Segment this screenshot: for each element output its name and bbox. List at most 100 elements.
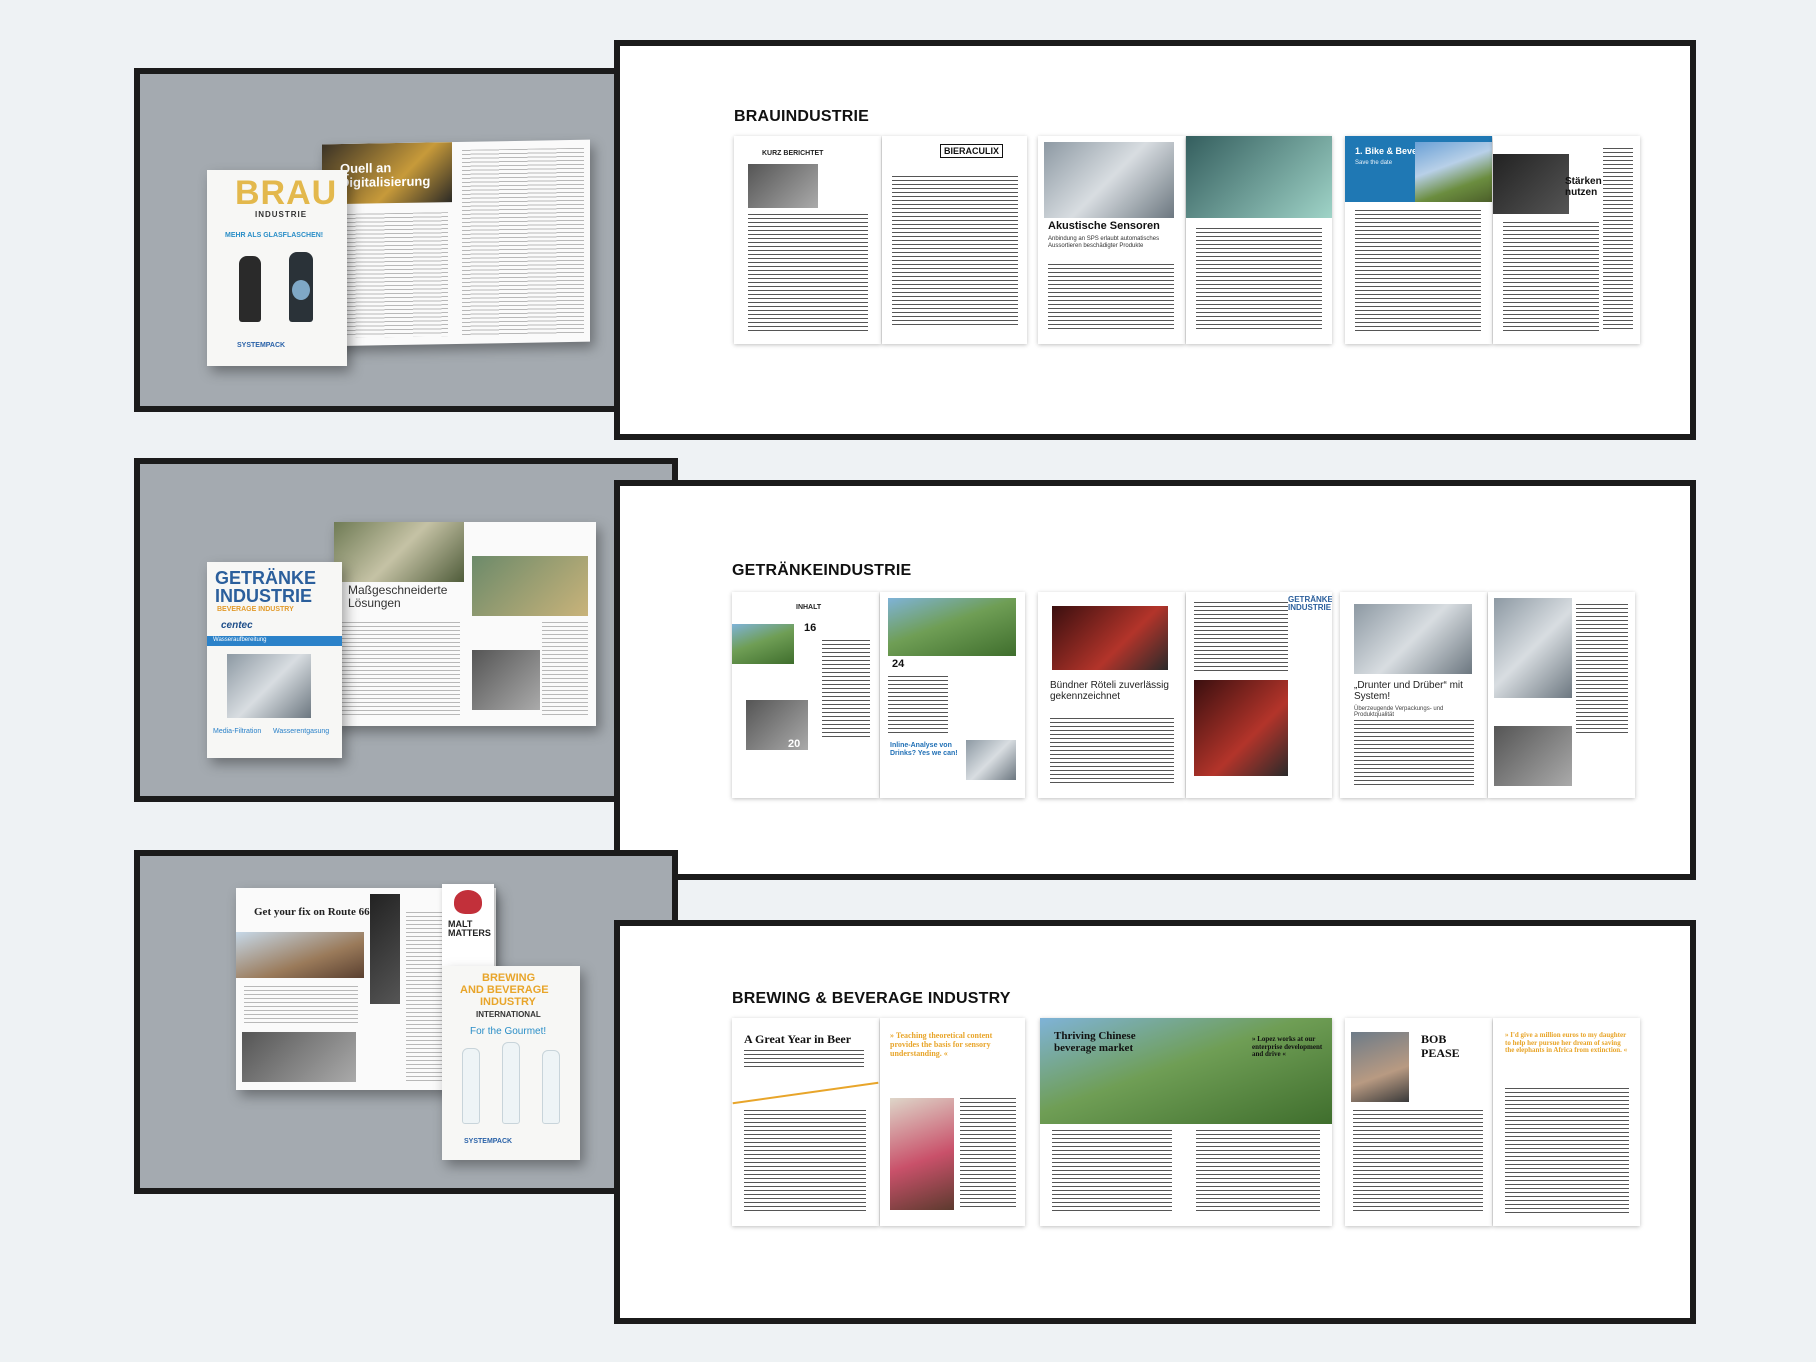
brewery-photo: [242, 1032, 356, 1082]
spread-4-page: INHALT 16 20: [732, 592, 879, 798]
bieraculix-logo: BIERACULIX: [940, 144, 1004, 158]
machine-photo: [227, 654, 311, 718]
page-text: [1505, 1088, 1629, 1214]
page-text: [1353, 1110, 1483, 1214]
spread-9-page: » I'd give a million euros to my daughte…: [1493, 1018, 1640, 1226]
toc-photo: [888, 598, 1016, 656]
conveyor-photo: [1354, 604, 1472, 674]
toc-number: 16: [804, 622, 817, 634]
spread-3-page: 1. Bike & Beverage Save the date: [1345, 136, 1492, 344]
cover-tagline: BEVERAGE INDUSTRY: [217, 606, 294, 613]
portrait-photo: [1351, 1032, 1409, 1102]
page-subtitle: Save the date: [1355, 160, 1393, 166]
spread-title: Get your fix on Route 66: [254, 906, 370, 918]
page-title: Bündner Röteli zuverlässig gekennzeichne…: [1050, 680, 1169, 702]
magazine-cover-3: BREWING AND BEVERAGE INDUSTRY INTERNATIO…: [442, 966, 580, 1160]
page-text: [1196, 228, 1322, 332]
page-text: [892, 176, 1018, 326]
factory-photo: [472, 650, 540, 710]
toc-photo: [732, 624, 794, 664]
spread-7-page: A Great Year in Beer: [732, 1018, 879, 1226]
bottling-photo: [1186, 136, 1332, 218]
page-masthead: GETRÄNKE INDUSTRIE: [1288, 595, 1332, 612]
article-text: [542, 622, 588, 716]
section-title: BRAUINDUSTRIE: [734, 108, 870, 125]
person-name: BOB: [1421, 1032, 1447, 1046]
cover-masthead: INDUSTRIE: [215, 586, 313, 606]
section-title: GETRÄNKEINDUSTRIE: [732, 562, 912, 579]
page-text: [822, 640, 870, 740]
feature-photo: [334, 522, 464, 582]
magazine-cover-1: BRAU INDUSTRIE MEHR ALS GLASFLASCHEN! SY…: [207, 170, 347, 366]
bottle-icon: [502, 1042, 520, 1124]
bottle-left: [239, 256, 261, 322]
chart-line: [732, 1081, 879, 1105]
feature-title: Maßgeschneiderte Lösungen: [348, 583, 448, 611]
spread-4-page: 24 Inline-Analyse von Drinks? Yes we can…: [880, 592, 1025, 798]
spread-3-page: Stärken nutzen: [1493, 136, 1640, 344]
spread-6-page: [1488, 592, 1635, 798]
spread-5-page: Bündner Röteli zuverlässig gekennzeichne…: [1038, 592, 1185, 798]
page-text: [1503, 222, 1599, 332]
spread-1-page: KURZ BERICHTET: [734, 136, 881, 344]
bike-photo: [1415, 142, 1492, 202]
sponsor-logo: SYSTEMPACK: [237, 342, 286, 349]
page-text: [1196, 1130, 1320, 1214]
article-text: [462, 147, 584, 336]
product-photo: [1493, 154, 1569, 214]
spread-7-page: » Teaching theoretical content provides …: [880, 1018, 1025, 1226]
cover-topic: Wasseraufbereitung: [213, 637, 267, 643]
bar-photo: [370, 894, 400, 1004]
page-text: [744, 1050, 864, 1070]
footer-item: Media-Filtration: [213, 728, 262, 735]
page-title: „Drunter und Drüber“ mit System!: [1354, 680, 1463, 702]
page-header: KURZ BERICHTET: [762, 150, 824, 157]
bottle-label: [292, 280, 310, 300]
magazine-cover-2: GETRÄNKE INDUSTRIE BEVERAGE INDUSTRY cen…: [207, 562, 342, 758]
page-photo: [748, 164, 818, 208]
cover-headline: For the Gourmet!: [470, 1026, 547, 1037]
page-text: [748, 214, 868, 332]
open-magazine-2: Maßgeschneiderte Lösungen: [334, 522, 596, 726]
route-photo: [236, 932, 364, 978]
page-text: [1603, 148, 1633, 332]
cover-masthead: BRAU: [235, 174, 338, 212]
heart-icon: [454, 890, 482, 914]
page-text: [1050, 718, 1174, 786]
spread-1-page: BIERACULIX: [882, 136, 1027, 344]
toc-number: 20: [788, 738, 801, 750]
conveyor-photo: [1494, 598, 1572, 698]
spread-6-page: „Drunter und Drüber“ mit System! Überzeu…: [1340, 592, 1487, 798]
page-text: [1355, 210, 1481, 332]
open-magazine-1: Quell an Digitalisierung: [322, 139, 590, 347]
page-subtitle: Anbindung an SPS erlaubt automatisches A…: [1048, 236, 1160, 249]
toc-number: 24: [892, 658, 905, 670]
ad-text: Inline-Analyse von Drinks? Yes we can!: [890, 742, 958, 757]
malt-matters-badge: MALT MATTERS: [442, 884, 494, 976]
person-name: PEASE: [1421, 1046, 1460, 1060]
page-text: [1576, 604, 1628, 734]
page-text: [1048, 264, 1174, 332]
pull-quote: » Teaching theoretical content provides …: [890, 1031, 993, 1058]
factory-photo: [472, 556, 588, 616]
sponsor-logo: SYSTEMPACK: [464, 1138, 513, 1145]
spread-5-page: GETRÄNKE INDUSTRIE: [1186, 592, 1332, 798]
page-text: [960, 1098, 1016, 1210]
bottle-icon: [542, 1050, 560, 1124]
cover-masthead: INDUSTRY: [480, 996, 536, 1008]
cover-headline: MEHR ALS GLASFLASCHEN!: [225, 232, 324, 239]
section-title: BREWING & BEVERAGE INDUSTRY: [732, 990, 1011, 1007]
spread-2-page: [1186, 136, 1332, 344]
feature-title: Quell an Digitalisierung: [340, 160, 431, 190]
cover-brand: centec: [221, 620, 253, 631]
page-text: [1354, 720, 1474, 786]
machine-photo: [1494, 726, 1572, 786]
page-title: Thriving Chinese beverage market: [1054, 1030, 1136, 1055]
cover-subtitle: INDUSTRIE: [255, 210, 308, 219]
spread-9-page: BOB PEASE: [1345, 1018, 1492, 1226]
page-text: [888, 676, 948, 734]
ad-photo: [966, 740, 1016, 780]
cover-masthead: BREWING: [482, 972, 536, 984]
product-photo: [1194, 680, 1288, 776]
spread-2-page: Akustische Sensoren Anbindung an SPS erl…: [1038, 136, 1185, 344]
